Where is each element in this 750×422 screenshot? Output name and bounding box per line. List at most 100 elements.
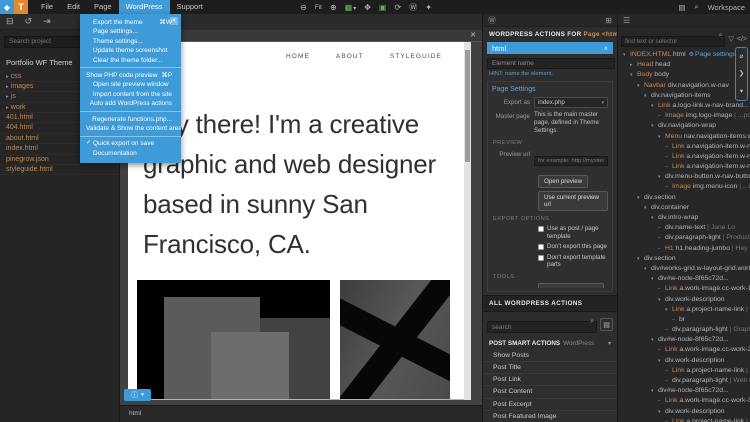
tree-node[interactable]: –div.paragraph-light | Product Des xyxy=(618,233,750,243)
hand-tool-icon[interactable]: ✥ xyxy=(364,3,371,12)
page-heading[interactable]: Hey there! I'm a creative graphic and we… xyxy=(143,104,464,264)
tools-button-partial[interactable] xyxy=(538,282,604,288)
tree-node[interactable]: ▾ div.work-description xyxy=(618,407,750,417)
tree-node[interactable]: ▾ Body body xyxy=(618,70,750,80)
element-name-input[interactable] xyxy=(487,58,615,69)
tree-node[interactable]: ▾ div.navigation-wrap xyxy=(618,121,750,131)
actions-docs-icon[interactable]: ▤ xyxy=(600,318,613,331)
tree-node[interactable]: ▾ Link a.project-name-link | wor xyxy=(618,305,750,315)
selected-element-bar[interactable]: html ∧ xyxy=(487,42,613,54)
checkbox[interactable] xyxy=(538,226,544,232)
menu-item[interactable]: Validate & Show the content area xyxy=(80,124,181,133)
filter-funnel-icon[interactable]: ▽ xyxy=(728,35,733,43)
tree-node[interactable]: ▾ div.navigation-items xyxy=(618,91,750,101)
element-breadcrumb[interactable]: html xyxy=(129,410,141,417)
code-icon[interactable]: </> xyxy=(737,36,747,43)
tree-node[interactable]: –Link a.navigation-item.w-nav-li... xyxy=(618,152,750,162)
page-settings-badge[interactable]: Page settings xyxy=(695,51,736,58)
tree-node[interactable]: –H1 h1.heading-jumbo | Hey there xyxy=(618,244,750,254)
tree-node[interactable]: ▾ div.section xyxy=(618,254,750,264)
docs-icon[interactable]: ▤ xyxy=(678,3,685,12)
menu-item[interactable]: Update theme screenshot xyxy=(80,46,181,55)
action-item[interactable]: Show Posts xyxy=(483,349,617,362)
action-item[interactable]: Post Link xyxy=(483,374,617,387)
tree-node[interactable]: ▸ Head head xyxy=(618,60,750,70)
tree-node[interactable]: – div.name-text | Jane Lo xyxy=(618,223,750,233)
use-current-preview-button[interactable]: Use current preview url xyxy=(538,191,608,211)
tree-node[interactable]: ▾ div.work-description xyxy=(618,356,750,366)
eye-off-icon[interactable]: ⌀ xyxy=(740,53,744,60)
tree-node[interactable]: ▾ div.section xyxy=(618,193,750,203)
menu-support[interactable]: Support xyxy=(170,0,210,14)
undo-icon[interactable]: ↺ xyxy=(25,16,33,27)
menu-page[interactable]: Page xyxy=(87,0,119,14)
tree-node[interactable]: –Image img.menu-icon | ...icon xyxy=(618,182,750,192)
action-item[interactable]: Post Content xyxy=(483,386,617,399)
tree-node[interactable]: ▾ div#works-grid.w-layout-grid.works-grid xyxy=(618,264,750,274)
menu-item[interactable]: Page settings... xyxy=(80,27,181,36)
tree-node[interactable]: –Link a.work-image.cc-work-1... | w xyxy=(618,284,750,294)
menu-item[interactable]: Show PHP code preview ⌘P xyxy=(80,71,181,80)
tree-node[interactable]: –div.paragraph-light | Graphic D xyxy=(618,325,750,335)
menu-item[interactable]: Auto add WordPress actions xyxy=(80,99,181,108)
menu-item[interactable]: ✓ Quick export on save xyxy=(80,139,181,148)
menu-edit[interactable]: Edit xyxy=(60,0,87,14)
action-item[interactable]: Post Featured Image xyxy=(483,410,617,422)
tree-node[interactable]: –div.paragraph-light | Web Desi xyxy=(618,376,750,386)
file-styleguide.html[interactable]: styleguide.html xyxy=(0,165,119,176)
open-preview-button[interactable]: Open preview xyxy=(538,175,589,188)
nav-link-home[interactable]: HOME xyxy=(286,53,310,60)
wand-icon[interactable]: ✦ xyxy=(425,3,432,12)
nav-link-about[interactable]: ABOUT xyxy=(336,53,364,60)
chevron-right-icon[interactable]: ❯ xyxy=(739,70,744,77)
pinegrow-logo-icon[interactable]: ◆ xyxy=(0,0,14,14)
tree-node[interactable]: –Link a.navigation-item.w-nav-li... xyxy=(618,162,750,172)
action-item[interactable]: Post Excerpt xyxy=(483,398,617,411)
panel-menu-icon[interactable]: ⊞ xyxy=(605,16,612,25)
tree-icon[interactable]: ☰ xyxy=(623,16,630,25)
menu-item[interactable]: Documentation xyxy=(80,149,181,158)
tree-node[interactable]: ▾ div.menu-button.w-nav-button xyxy=(618,172,750,182)
nav-link-styleguide[interactable]: STYLEGUIDE xyxy=(390,53,442,60)
close-icon[interactable]: ✕ xyxy=(470,32,476,40)
menu-item[interactable]: Theme settings... xyxy=(80,37,181,46)
tree-node[interactable]: –Link a.project-name-link | wor xyxy=(618,417,750,422)
pages-icon[interactable]: ▦▾ xyxy=(345,3,357,12)
work-image-2[interactable] xyxy=(340,280,450,399)
checkbox[interactable] xyxy=(538,244,544,250)
tree-node[interactable]: – br xyxy=(618,315,750,325)
sign-out-icon[interactable]: ⇥ xyxy=(43,16,51,27)
action-item[interactable]: Post Title xyxy=(483,361,617,375)
tree-node[interactable]: ▾ div#w-node-8f65c72d... xyxy=(618,335,750,345)
tree-node[interactable]: ▾ INDEX.HTML html ⚙Page settings xyxy=(618,50,750,60)
tree-node[interactable]: ▾ div.container xyxy=(618,203,750,213)
zoom-fit-button[interactable]: Fit xyxy=(315,4,322,11)
tree-node[interactable]: ▾ Menu nav.navigation-items.w-nav xyxy=(618,132,750,142)
menu-wordpress[interactable]: WordPress xyxy=(118,0,170,14)
tree-node[interactable]: –Link a.project-name-link | wor xyxy=(618,366,750,376)
save-icon[interactable]: ⊟ xyxy=(6,16,14,27)
tree-node[interactable]: –Link a.navigation-item.w-nav-li... xyxy=(618,142,750,152)
tree-search-input[interactable] xyxy=(621,36,726,47)
wordpress-icon[interactable]: Ⓦ xyxy=(488,15,496,26)
menu-file[interactable]: File xyxy=(34,0,60,14)
wordpress-icon[interactable]: Ⓦ xyxy=(409,2,417,13)
theme-tile-icon[interactable]: T xyxy=(14,0,28,14)
menu-item[interactable]: Regenerate functions.php... xyxy=(80,115,181,124)
preview-screen-icon[interactable]: ▣ xyxy=(379,3,387,12)
export-as-select[interactable]: index.php ▾ xyxy=(534,97,608,108)
menu-item[interactable]: Open site preview window xyxy=(80,80,181,89)
chevron-down-icon[interactable]: ▾ xyxy=(740,88,743,95)
zoom-out-icon[interactable]: ⊖ xyxy=(300,3,307,12)
work-image-1[interactable] xyxy=(137,280,330,399)
scrollbar-thumb[interactable] xyxy=(465,50,470,162)
element-info-badge[interactable]: ⓘ ▾ xyxy=(124,389,151,401)
zoom-tool-icon[interactable]: ⌕ xyxy=(694,2,698,12)
menu-item[interactable]: Import content from the site xyxy=(80,90,181,99)
checkbox[interactable] xyxy=(538,254,544,261)
menu-item[interactable]: Clear the theme folder... xyxy=(80,56,181,65)
tree-node[interactable]: ▾ div#w-node-8f65c72d... xyxy=(618,386,750,396)
tree-node[interactable]: –Image img.logo-image | ...portfoli xyxy=(618,111,750,121)
preview-url-input[interactable] xyxy=(534,156,608,166)
tree-node[interactable]: –Link a.work-image.cc-work-2... | w xyxy=(618,345,750,355)
